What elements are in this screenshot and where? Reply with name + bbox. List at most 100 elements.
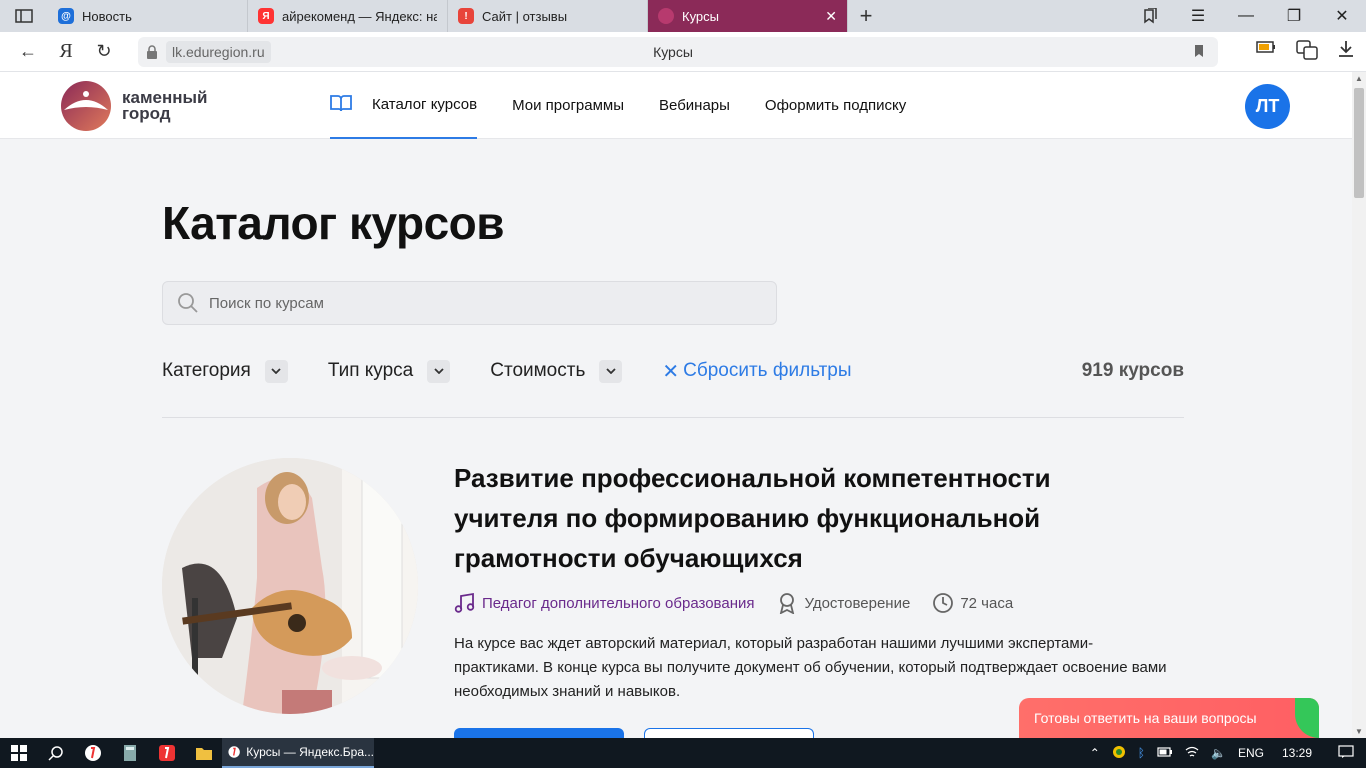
browser-tab-news[interactable]: @ Новость — [48, 0, 248, 32]
course-meta: Педагог дополнительного образования Удос… — [454, 592, 1035, 614]
scroll-down-icon[interactable]: ▼ — [1355, 727, 1363, 736]
notifications-icon[interactable] — [1338, 744, 1354, 762]
chevron-down-icon[interactable] — [599, 359, 623, 383]
bluetooth-icon[interactable]: ᛒ — [1138, 746, 1145, 760]
courses-count: 919 курсов — [1081, 360, 1184, 381]
volume-icon[interactable]: 🔈 — [1211, 746, 1226, 760]
clock-icon — [933, 593, 954, 613]
nav-my-programs[interactable]: Мои программы — [512, 72, 624, 139]
yandex-browser-icon — [228, 746, 240, 758]
reload-button[interactable]: ↻ — [84, 41, 124, 62]
battery-icon[interactable] — [1157, 746, 1173, 760]
taskbar-app-yandex-browser[interactable]: Курсы — Яндекс.Бра... — [222, 738, 374, 768]
lock-icon[interactable] — [138, 45, 166, 59]
search-box[interactable] — [162, 281, 777, 325]
filter-category[interactable]: Категория — [162, 359, 288, 383]
filter-cost[interactable]: Стоимость — [490, 359, 623, 383]
close-icon: ✕ — [662, 360, 680, 383]
yandex-icon[interactable] — [148, 738, 185, 768]
award-icon — [780, 593, 795, 614]
book-icon — [330, 94, 352, 116]
tab-title: Новость — [82, 8, 132, 24]
minimize-button[interactable]: — — [1222, 0, 1270, 32]
nav-subscribe[interactable]: Оформить подписку — [765, 72, 906, 139]
address-bar: ← Я ↻ lk.eduregion.ru Курсы — [0, 32, 1366, 72]
windows-taskbar: Курсы — Яндекс.Бра... ⌃ ᛒ 🔈 ENG 13:29 — [0, 738, 1366, 768]
taskbar-app-label: Курсы — Яндекс.Бра... — [246, 745, 374, 759]
search-icon — [178, 293, 198, 313]
file-explorer-icon[interactable] — [185, 738, 222, 768]
logo-mark-icon — [61, 81, 111, 131]
course-hours: 72 часа — [932, 592, 1013, 614]
chat-status-indicator — [1295, 698, 1319, 738]
calculator-icon[interactable] — [111, 738, 148, 768]
nav-catalog-label: Каталог курсов — [372, 96, 478, 113]
yandex-logo-icon[interactable]: Я — [48, 40, 84, 63]
page-title-label: Курсы — [653, 44, 693, 60]
browser-tab-courses[interactable]: Курсы ✕ — [648, 0, 848, 32]
search-icon[interactable] — [37, 738, 74, 768]
course-category-label: Педагог дополнительного образования — [482, 594, 755, 612]
new-tab-button[interactable]: + — [848, 0, 884, 32]
course-title[interactable]: Развитие профессиональной компетентности… — [454, 458, 1114, 578]
chevron-down-icon[interactable] — [264, 359, 288, 383]
tabs-panel-icon[interactable] — [0, 0, 48, 32]
reset-filters-link[interactable]: ✕ Сбросить фильтры — [662, 359, 851, 384]
page-title: Каталог курсов — [162, 197, 505, 249]
course-description: На курсе вас ждет авторский материал, ко… — [454, 635, 1167, 700]
nav-webinars[interactable]: Вебинары — [659, 72, 730, 139]
chat-widget-label: Готовы ответить на ваши вопросы — [1034, 710, 1257, 726]
filter-course-type[interactable]: Тип курса — [327, 359, 451, 383]
scroll-thumb[interactable] — [1354, 88, 1364, 198]
battery-icon[interactable] — [1256, 40, 1276, 65]
main-nav: Каталог курсов Мои программы Вебинары Оф… — [330, 72, 941, 139]
tab-title: Курсы — [682, 8, 720, 24]
browser-tabbar: @ Новость Я айрекоменд — Яндекс: на ! Са… — [0, 0, 1366, 32]
download-icon[interactable] — [1338, 40, 1354, 65]
translate-icon[interactable] — [1296, 40, 1318, 65]
url-domain: lk.eduregion.ru — [166, 41, 271, 63]
back-button[interactable]: ← — [8, 41, 48, 62]
wifi-icon[interactable] — [1185, 746, 1199, 761]
url-field[interactable]: lk.eduregion.ru Курсы — [138, 37, 1218, 67]
filter-label: Тип курса — [327, 360, 414, 381]
reviews-icon: ! — [458, 8, 474, 24]
course-document-label: Удостоверение — [804, 594, 911, 612]
search-input[interactable] — [209, 294, 709, 312]
filters-row: Категория Тип курса Стоимость ✕ Сбросить… — [162, 356, 1184, 386]
course-image[interactable] — [162, 458, 418, 714]
close-window-button[interactable]: ✕ — [1318, 0, 1366, 32]
bookmark-icon[interactable] — [1194, 44, 1204, 63]
reset-filters-label: Сбросить фильтры — [683, 360, 852, 381]
browser-tab-reviews[interactable]: ! Сайт | отзывы — [448, 0, 648, 32]
site-header: каменный город Каталог курсов Мои програ… — [0, 72, 1352, 139]
language-indicator[interactable]: ENG — [1238, 746, 1264, 760]
chevron-up-icon[interactable]: ⌃ — [1090, 746, 1100, 760]
course-document: Удостоверение — [776, 592, 910, 614]
logo-text-line2: город — [122, 104, 171, 123]
mail-icon: @ — [58, 8, 74, 24]
site-logo[interactable]: каменный город — [60, 80, 208, 132]
nav-catalog[interactable]: Каталог курсов — [330, 72, 478, 139]
yandex-icon: Я — [258, 8, 274, 24]
clock[interactable]: 13:29 — [1282, 746, 1312, 760]
music-icon — [454, 592, 475, 613]
filter-label: Стоимость — [490, 360, 586, 381]
tab-title: айрекоменд — Яндекс: на — [282, 8, 437, 24]
tab-title: Сайт | отзывы — [482, 8, 568, 24]
close-tab-icon[interactable]: ✕ — [825, 8, 837, 25]
chat-widget[interactable]: Готовы ответить на ваши вопросы — [1019, 698, 1319, 738]
divider — [162, 417, 1184, 418]
windows-start-icon[interactable] — [0, 738, 37, 768]
scroll-up-icon[interactable]: ▲ — [1355, 74, 1363, 83]
user-avatar[interactable]: ЛТ — [1245, 84, 1290, 129]
restore-button[interactable]: ❐ — [1270, 0, 1318, 32]
chevron-down-icon[interactable] — [427, 359, 451, 383]
menu-icon[interactable]: ☰ — [1174, 0, 1222, 32]
app-tray-icon[interactable] — [1112, 745, 1126, 762]
yandex-browser-icon[interactable] — [74, 738, 111, 768]
site-favicon-icon — [658, 8, 674, 24]
page-scrollbar[interactable]: ▲ ▼ — [1352, 72, 1366, 738]
collections-icon[interactable] — [1126, 0, 1174, 32]
browser-tab-yandex[interactable]: Я айрекоменд — Яндекс: на — [248, 0, 448, 32]
